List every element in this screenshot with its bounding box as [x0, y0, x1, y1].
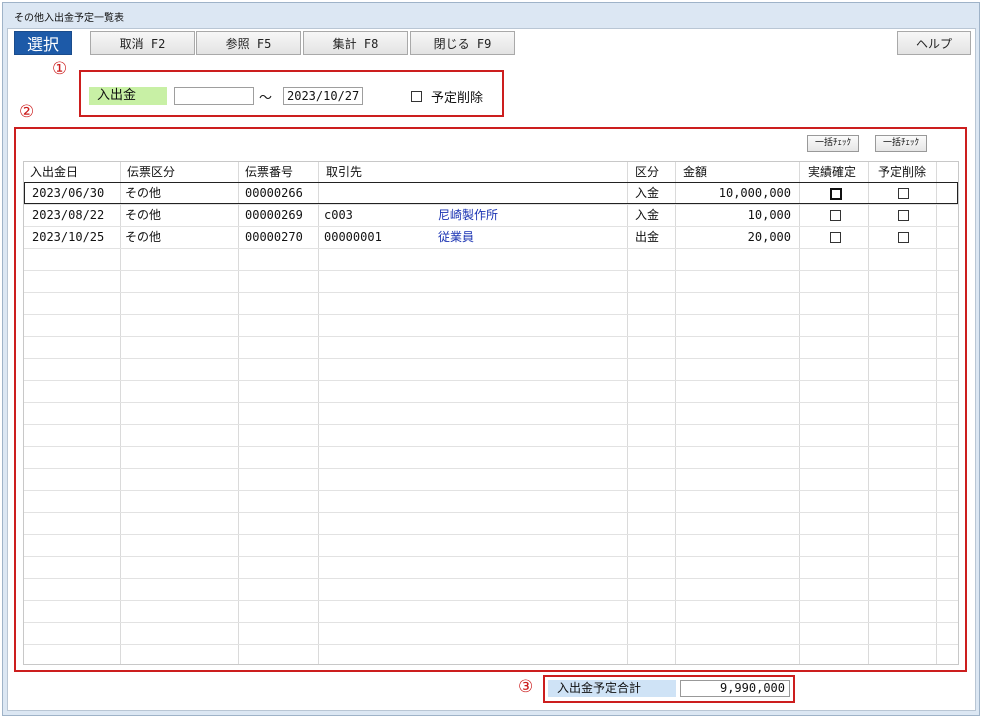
- grid-row-divider: [24, 424, 958, 425]
- total-value: 9,990,000: [680, 680, 790, 697]
- schedule-table: 入出金日 伝票区分 伝票番号 取引先 区分 金額 実績確定 予定削除 2023/…: [23, 161, 959, 665]
- column-header-slip-type[interactable]: 伝票区分: [121, 162, 175, 182]
- confirmed-checkbox[interactable]: [830, 187, 842, 200]
- cell-date: 2023/06/30: [32, 186, 105, 200]
- confirmed-checkbox[interactable]: [830, 210, 841, 221]
- confirmed-checkbox[interactable]: [830, 232, 841, 243]
- delete-checkbox[interactable]: [898, 188, 909, 199]
- cell-partner-name: 従業員: [438, 230, 475, 244]
- cell-amount: 20,000: [747, 230, 791, 244]
- bulk-delete-check-button[interactable]: 一括ﾁｪｯｸ: [875, 135, 927, 152]
- cell-date: 2023/10/25: [32, 230, 105, 244]
- grid-row-divider: [24, 578, 958, 579]
- column-header-delete[interactable]: 予定削除: [872, 162, 926, 182]
- grid-column-divider: [936, 162, 937, 664]
- grid-column-divider: [799, 162, 800, 664]
- cell-partner-code: 00000001: [324, 230, 382, 244]
- date-from-field[interactable]: [174, 87, 254, 105]
- delete-checkbox[interactable]: [898, 232, 909, 243]
- filter-label: 入出金: [89, 87, 167, 105]
- annotation-number-2: ②: [19, 102, 35, 122]
- grid-row-divider: [24, 226, 958, 227]
- close-button[interactable]: 閉じる F9: [410, 31, 515, 55]
- table-row-selected-outline: [24, 182, 958, 204]
- cell-slip-number: 00000270: [245, 230, 303, 244]
- cell-kind: 入金: [635, 208, 660, 222]
- column-header-amount[interactable]: 金額: [677, 162, 707, 182]
- column-header-slip-number[interactable]: 伝票番号: [239, 162, 293, 182]
- grid-row-divider: [24, 644, 958, 645]
- column-header-confirmed[interactable]: 実績確定: [802, 162, 856, 182]
- cell-kind: 出金: [635, 230, 660, 244]
- cell-amount: 10,000,000: [718, 186, 791, 200]
- grid-row-divider: [24, 380, 958, 381]
- column-header-partner[interactable]: 取引先: [320, 162, 362, 182]
- cell-slip-number: 00000269: [245, 208, 303, 222]
- grid-column-divider: [318, 162, 319, 664]
- grid-row-divider: [24, 622, 958, 623]
- grid-row-divider: [24, 446, 958, 447]
- delete-checkbox[interactable]: [898, 210, 909, 221]
- grid-row-divider: [24, 248, 958, 249]
- grid-row-divider: [24, 490, 958, 491]
- grid-row-divider: [24, 534, 958, 535]
- window-title: その他入出金予定一覧表: [14, 13, 124, 24]
- delete-scheduled-label: 予定削除: [431, 91, 484, 106]
- cell-partner-code: c003: [324, 208, 353, 222]
- grid-row-divider: [24, 314, 958, 315]
- grid-column-divider: [675, 162, 676, 664]
- date-to-field[interactable]: 2023/10/27: [283, 87, 363, 105]
- bulk-confirm-check-button[interactable]: 一括ﾁｪｯｸ: [807, 135, 859, 152]
- cell-date: 2023/08/22: [32, 208, 105, 222]
- grid-row-divider: [24, 358, 958, 359]
- grid-column-divider: [120, 162, 121, 664]
- grid-column-divider: [868, 162, 869, 664]
- grid-column-divider: [627, 162, 628, 664]
- annotation-number-1: ①: [52, 59, 68, 79]
- grid-row-divider: [24, 402, 958, 403]
- grid-row-divider: [24, 336, 958, 337]
- select-button[interactable]: 選択: [14, 31, 72, 55]
- cell-slip-type: その他: [125, 230, 162, 244]
- range-tilde: ～: [259, 91, 273, 106]
- cell-slip-number: 00000266: [245, 186, 303, 200]
- cancel-button[interactable]: 取消 F2: [90, 31, 195, 55]
- cell-slip-type: その他: [125, 208, 162, 222]
- cell-amount: 10,000: [747, 208, 791, 222]
- total-label: 入出金予定合計: [548, 680, 676, 697]
- column-header-kind[interactable]: 区分: [629, 162, 659, 182]
- grid-row-divider: [24, 556, 958, 557]
- delete-scheduled-checkbox[interactable]: [411, 91, 422, 102]
- annotation-number-3: ③: [518, 677, 534, 697]
- reference-button[interactable]: 参照 F5: [196, 31, 301, 55]
- cell-slip-type: その他: [125, 186, 162, 200]
- help-button[interactable]: ヘルプ: [897, 31, 971, 55]
- cell-partner-name: 尼崎製作所: [438, 208, 499, 222]
- grid-row-divider: [24, 292, 958, 293]
- aggregate-button[interactable]: 集計 F8: [303, 31, 408, 55]
- grid-row-divider: [24, 512, 958, 513]
- cell-kind: 入金: [635, 186, 660, 200]
- grid-row-divider: [24, 600, 958, 601]
- column-header-date[interactable]: 入出金日: [24, 162, 78, 182]
- grid-column-divider: [238, 162, 239, 664]
- grid-row-divider: [24, 270, 958, 271]
- grid-row-divider: [24, 468, 958, 469]
